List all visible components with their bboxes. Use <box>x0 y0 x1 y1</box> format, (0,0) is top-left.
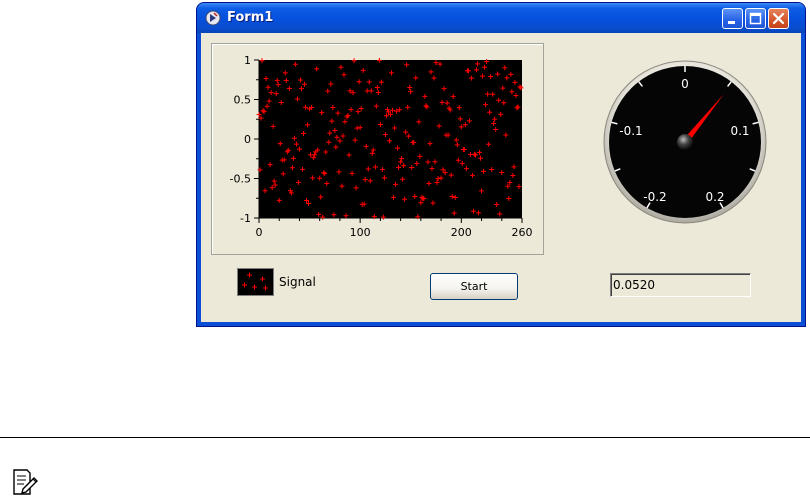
meter-gauge: 0 -0.1 0.1 -0.2 0.2 <box>603 60 767 224</box>
x-tick-label: 0 <box>256 226 263 239</box>
divider-line <box>0 437 810 438</box>
graph-canvas: 1 0.5 0 -0.5 -1 0 100 200 260 <box>230 54 533 239</box>
gauge-label-0.2: 0.2 <box>705 190 724 204</box>
maximize-button[interactable] <box>745 8 766 29</box>
form1-window: Form1 1 0.5 0 -0.5 -1 0 100 200 260 Sign… <box>197 3 805 326</box>
y-tick-label: -1 <box>240 212 251 225</box>
y-tick-label: 0.5 <box>234 94 252 107</box>
labwindows-app-icon[interactable] <box>205 10 221 26</box>
window-title: Form1 <box>227 10 274 25</box>
value-readout: 0.0520 <box>610 273 751 297</box>
x-tick-label: 260 <box>512 226 533 239</box>
gauge-label-minus-0.2: -0.2 <box>643 190 666 204</box>
x-tick-label: 200 <box>451 226 472 239</box>
close-icon <box>772 12 785 25</box>
legend-swatch <box>237 268 274 296</box>
title-bar[interactable]: Form1 <box>197 3 805 33</box>
x-tick-label: 100 <box>350 226 371 239</box>
client-area: 1 0.5 0 -0.5 -1 0 100 200 260 Signal Start <box>201 33 801 322</box>
scatter-graph[interactable]: 1 0.5 0 -0.5 -1 0 100 200 260 <box>211 43 544 255</box>
minimize-button[interactable] <box>722 8 743 29</box>
y-tick-label: 1 <box>244 54 251 67</box>
y-tick-label: 0 <box>244 133 251 146</box>
gauge-label-0.1: 0.1 <box>730 124 749 138</box>
y-tick-label: -0.5 <box>230 173 251 186</box>
plot-area <box>259 60 522 218</box>
note-icon <box>13 469 38 495</box>
gauge-label-0: 0 <box>681 77 689 91</box>
legend-marker-icon <box>242 272 268 291</box>
close-button[interactable] <box>768 8 789 29</box>
start-button[interactable]: Start <box>430 273 518 300</box>
maximize-icon <box>749 12 762 25</box>
legend-label: Signal <box>279 275 316 289</box>
gauge-hub <box>677 134 693 150</box>
gauge-label-minus-0.1: -0.1 <box>619 124 642 138</box>
minimize-icon <box>728 21 735 24</box>
